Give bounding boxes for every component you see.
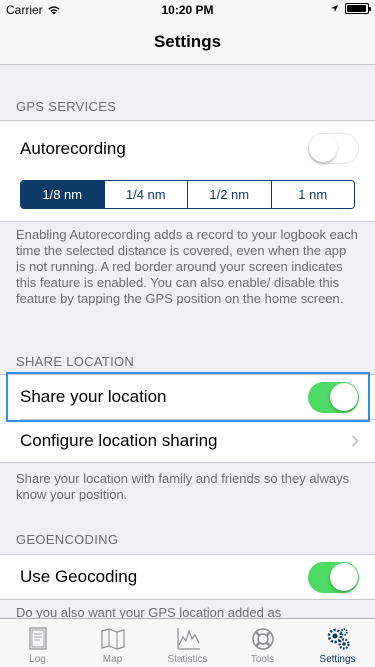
gps-services-group: Autorecording 1/8 nm 1/4 nm 1/2 nm 1 nm bbox=[0, 120, 375, 222]
tab-map[interactable]: Map bbox=[75, 619, 150, 667]
toggle-knob bbox=[330, 382, 358, 411]
autorecording-toggle[interactable] bbox=[308, 133, 359, 164]
gps-footer-text: Enabling Autorecording adds a record to … bbox=[16, 227, 358, 306]
section-header-geo: GEOENCODING bbox=[16, 532, 119, 547]
status-right bbox=[330, 3, 371, 14]
status-bar: Carrier 10:20 PM bbox=[0, 0, 375, 20]
page-title: Settings bbox=[153, 32, 222, 51]
autorecording-row: Autorecording bbox=[0, 121, 375, 176]
share-location-label: Share your location bbox=[20, 387, 167, 406]
use-geocoding-row: Use Geocoding bbox=[0, 555, 375, 599]
status-time: 10:20 PM bbox=[161, 3, 214, 17]
gears-icon bbox=[327, 628, 350, 650]
segment-1-4-nm[interactable]: 1/4 nm bbox=[103, 181, 187, 208]
chevron-right-icon bbox=[351, 435, 359, 447]
navigation-bar: Settings bbox=[0, 20, 375, 65]
tab-settings[interactable]: Settings bbox=[300, 619, 375, 667]
tab-label-map: Map bbox=[102, 654, 123, 665]
share-footer-text: Share your location with family and frie… bbox=[16, 471, 350, 502]
configure-location-sharing-row[interactable]: Configure location sharing bbox=[0, 419, 375, 463]
share-location-group: Share your location Configure location s… bbox=[0, 374, 375, 463]
logbook-icon bbox=[28, 627, 47, 650]
tab-tools[interactable]: Tools bbox=[225, 619, 300, 667]
location-arrow-icon bbox=[330, 4, 339, 13]
use-geocoding-label: Use Geocoding bbox=[20, 567, 138, 586]
geo-footer-text: Do you also want your GPS location added… bbox=[16, 605, 282, 618]
statistics-icon bbox=[176, 628, 200, 650]
map-icon bbox=[100, 628, 125, 650]
geoencoding-group: Use Geocoding bbox=[0, 554, 375, 600]
use-geocoding-toggle[interactable] bbox=[308, 561, 359, 593]
tab-label-statistics: Statistics bbox=[167, 654, 208, 665]
life-ring-icon bbox=[251, 628, 274, 650]
settings-content[interactable]: GPS SERVICES Autorecording 1/8 nm 1/4 nm… bbox=[0, 65, 375, 618]
tab-log[interactable]: Log bbox=[0, 619, 75, 667]
toggle-knob bbox=[330, 562, 358, 591]
distance-segmented-control: 1/8 nm 1/4 nm 1/2 nm 1 nm bbox=[20, 180, 355, 209]
autorecording-label: Autorecording bbox=[20, 138, 126, 158]
battery-fill bbox=[347, 5, 366, 12]
share-location-row: Share your location bbox=[0, 375, 375, 419]
tab-label-tools: Tools bbox=[250, 654, 275, 665]
section-header-gps: GPS SERVICES bbox=[16, 99, 117, 114]
share-location-toggle[interactable] bbox=[308, 381, 359, 413]
battery-icon bbox=[345, 3, 371, 14]
segment-1-2-nm[interactable]: 1/2 nm bbox=[187, 181, 271, 208]
segment-1-nm[interactable]: 1 nm bbox=[270, 181, 354, 208]
toggle-knob bbox=[309, 134, 337, 162]
tab-label-settings: Settings bbox=[319, 654, 356, 665]
section-header-share: SHARE LOCATION bbox=[16, 354, 135, 369]
tab-statistics[interactable]: Statistics bbox=[150, 619, 225, 667]
segment-1-8-nm[interactable]: 1/8 nm bbox=[21, 181, 104, 208]
tab-bar: Log Map Statistics Tools Settings bbox=[0, 618, 375, 667]
configure-location-sharing-label: Configure location sharing bbox=[20, 431, 218, 450]
tab-label-log: Log bbox=[29, 654, 46, 665]
